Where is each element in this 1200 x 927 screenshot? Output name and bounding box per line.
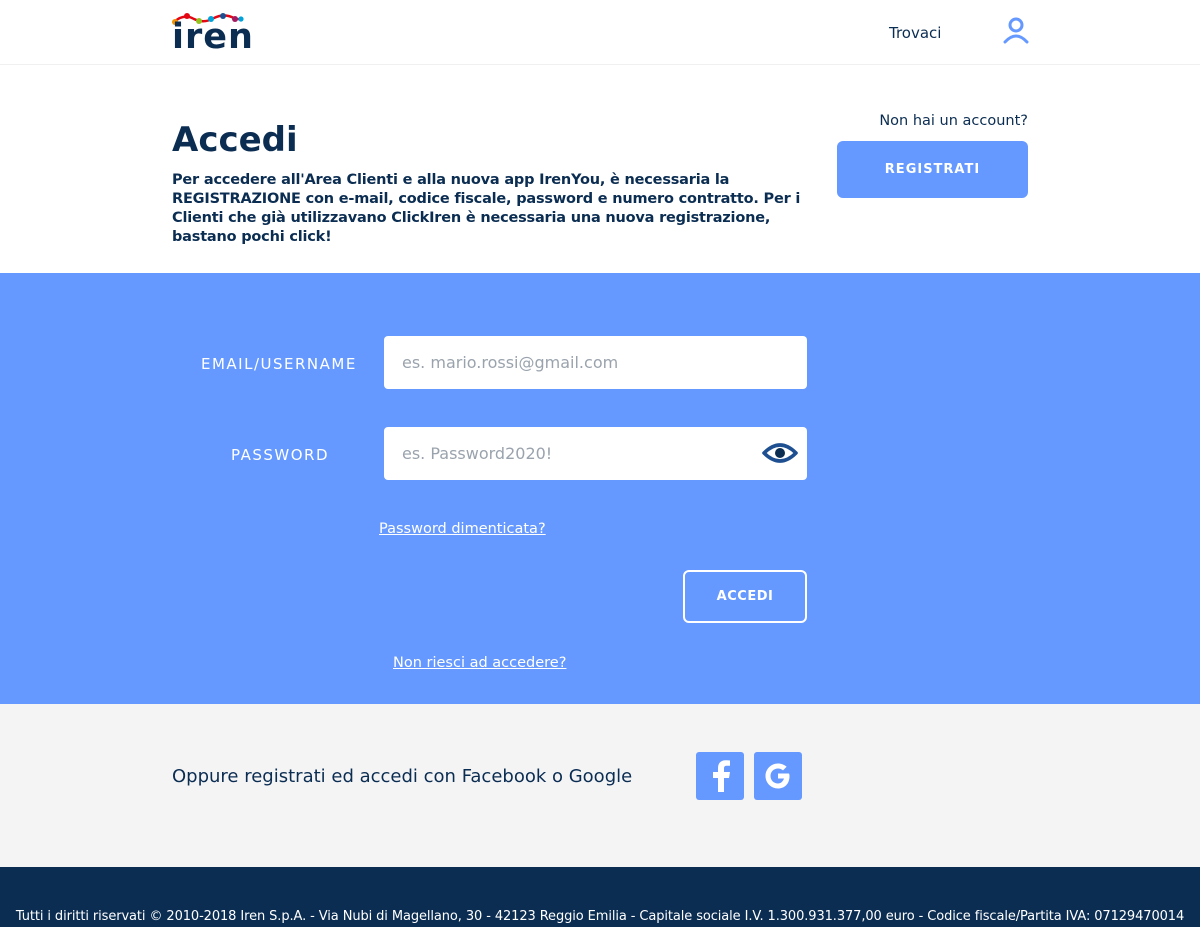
- social-login-text: Oppure registrati ed accedi con Facebook…: [172, 766, 633, 787]
- email-input[interactable]: [384, 336, 807, 389]
- password-input[interactable]: [384, 427, 807, 480]
- login-button[interactable]: ACCEDI: [683, 570, 807, 623]
- login-trouble-link[interactable]: Non riesci ad accedere?: [393, 655, 566, 671]
- google-login-button[interactable]: [754, 752, 802, 800]
- forgot-password-link[interactable]: Password dimenticata?: [379, 521, 546, 537]
- page-title: Accedi: [172, 120, 298, 160]
- iren-logo[interactable]: iren: [172, 12, 253, 55]
- facebook-login-button[interactable]: [696, 752, 744, 800]
- facebook-icon: [713, 760, 730, 792]
- login-form-section: EMAIL/USERNAME PASSWORD Password dimenti…: [0, 273, 1200, 704]
- footer-copyright: Tutti i diritti riservati © 2010-2018 Ir…: [15, 909, 1185, 924]
- user-icon[interactable]: [1002, 16, 1030, 44]
- site-footer: Tutti i diritti riservati © 2010-2018 Ir…: [0, 867, 1200, 927]
- register-button[interactable]: REGISTRATI: [837, 141, 1028, 198]
- social-login-section: Oppure registrati ed accedi con Facebook…: [0, 704, 1200, 867]
- email-label: EMAIL/USERNAME: [201, 355, 357, 373]
- site-header: iren Trovaci: [0, 0, 1200, 65]
- eye-icon[interactable]: [762, 439, 798, 467]
- no-account-text: Non hai un account?: [879, 113, 1028, 129]
- nav-link-trovaci[interactable]: Trovaci: [889, 24, 941, 42]
- logo-text: iren: [172, 17, 254, 57]
- password-label: PASSWORD: [231, 446, 330, 464]
- intro-description: Per accedere all'Area Clienti e alla nuo…: [172, 172, 801, 245]
- google-icon: [765, 763, 790, 789]
